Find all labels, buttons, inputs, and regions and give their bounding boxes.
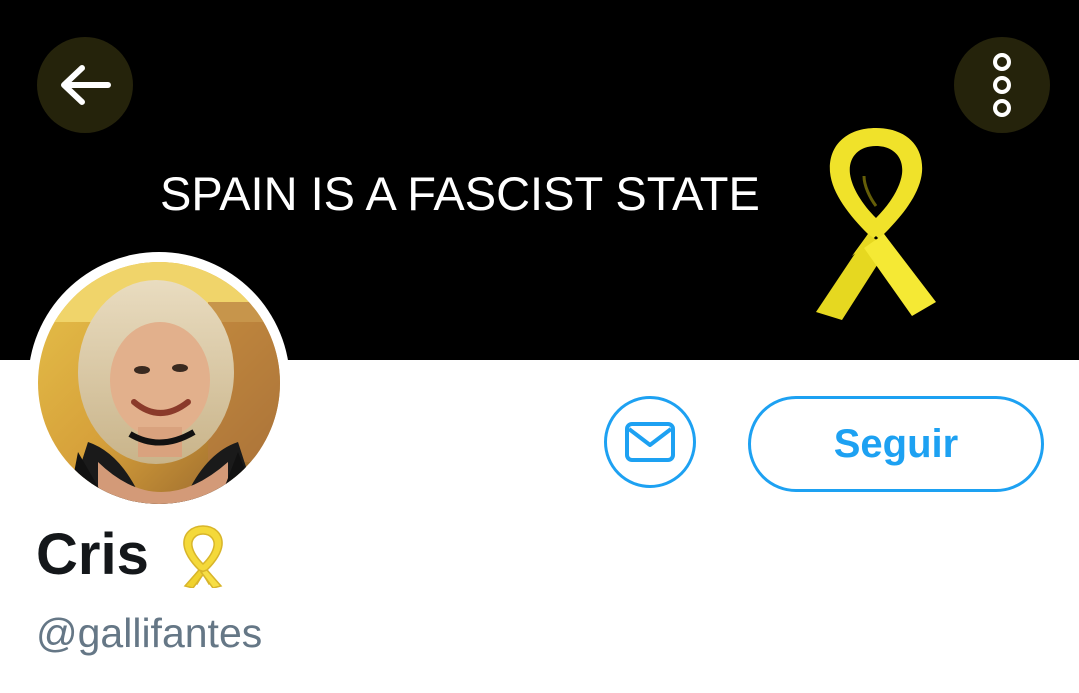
envelope-icon — [625, 422, 675, 462]
arrow-left-icon — [61, 65, 111, 105]
vertical-ellipsis-icon — [993, 53, 1011, 117]
more-options-button[interactable] — [954, 37, 1050, 133]
user-handle: @gallifantes — [36, 610, 263, 656]
follow-button[interactable]: Seguir — [748, 396, 1044, 492]
profile-page: SPAIN IS A FASCIST STATE Seguir Cris @ga… — [0, 0, 1079, 693]
yellow-ribbon-icon — [183, 525, 223, 588]
banner-text: SPAIN IS A FASCIST STATE — [160, 167, 760, 220]
back-button[interactable] — [37, 37, 133, 133]
avatar[interactable] — [28, 252, 290, 514]
yellow-ribbon-icon — [816, 128, 936, 320]
display-name: Cris — [36, 522, 149, 587]
name-row: Cris — [36, 520, 235, 590]
profile-photo — [38, 262, 280, 504]
message-button[interactable] — [604, 396, 696, 488]
